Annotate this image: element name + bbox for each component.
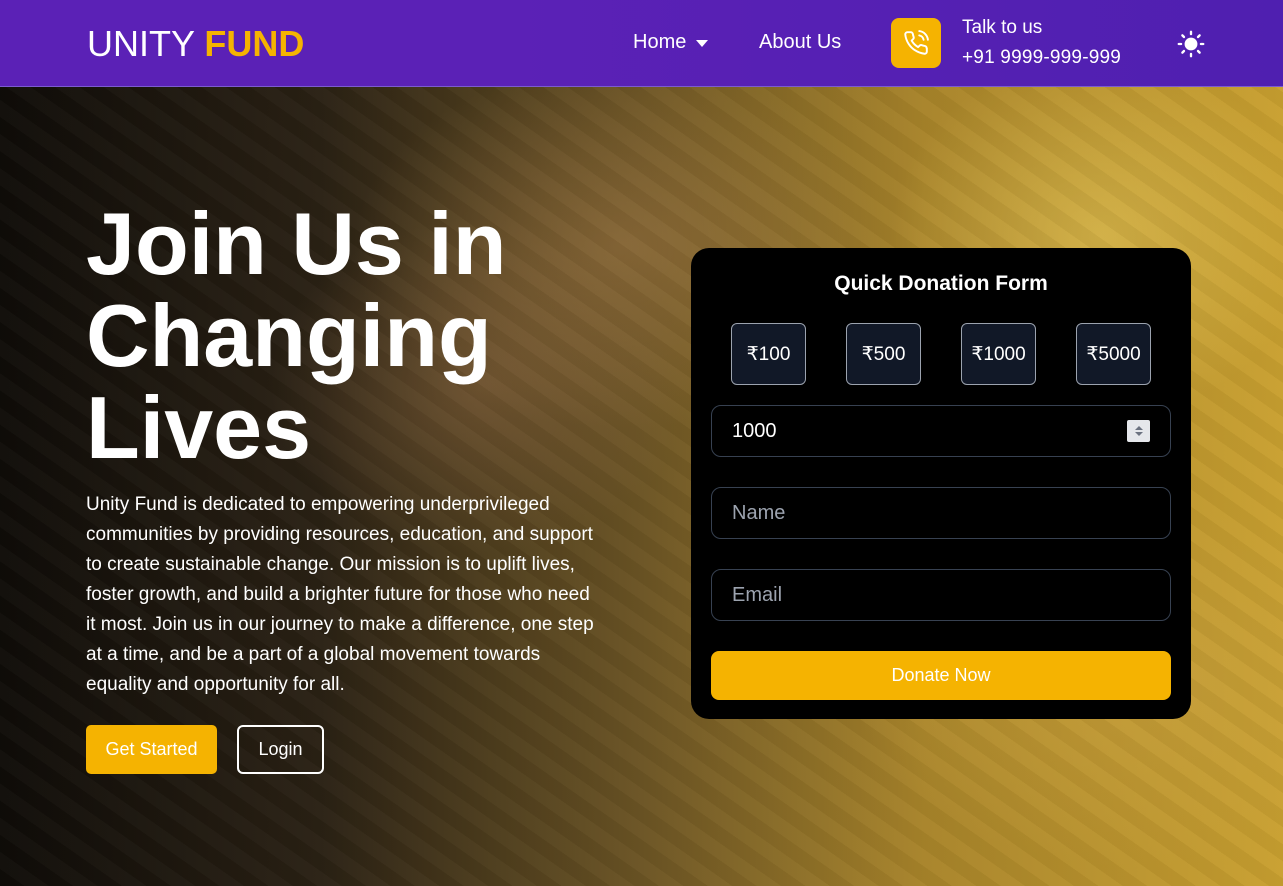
amount-button-100[interactable]: ₹100 xyxy=(731,323,806,385)
nav-about-link[interactable]: About Us xyxy=(759,31,841,54)
email-input[interactable]: Email xyxy=(711,569,1171,621)
name-input[interactable]: Name xyxy=(711,487,1171,539)
spinner-down-icon xyxy=(1134,432,1143,436)
login-button[interactable]: Login xyxy=(237,725,324,774)
talk-label: Talk to us xyxy=(962,17,1043,38)
email-placeholder: Email xyxy=(732,583,783,606)
get-started-button[interactable]: Get Started xyxy=(86,725,217,774)
navbar: UNITY FUND Home About Us Talk to us +91 … xyxy=(0,0,1283,87)
amount-button-500[interactable]: ₹500 xyxy=(846,323,921,385)
hero-title: Join Us in Changing Lives xyxy=(86,194,507,477)
sun-icon xyxy=(1177,30,1205,58)
brand-main: UNITY xyxy=(87,23,195,64)
form-title: Quick Donation Form xyxy=(834,272,1048,295)
amount-button-5000[interactable]: ₹5000 xyxy=(1076,323,1151,385)
name-placeholder: Name xyxy=(732,501,786,524)
nav-home-label: Home xyxy=(633,31,687,53)
amount-input-value: 1000 xyxy=(732,419,777,442)
brand-accent: FUND xyxy=(204,23,305,64)
caret-down-icon xyxy=(696,40,709,47)
talk-phone-number[interactable]: +91 9999-999-999 xyxy=(962,47,1121,69)
donate-now-button[interactable]: Donate Now xyxy=(711,651,1171,700)
spinner-up-icon xyxy=(1134,426,1143,430)
brand-logo[interactable]: UNITY FUND xyxy=(87,22,304,66)
hero-description: Unity Fund is dedicated to empowering un… xyxy=(86,494,594,695)
phone-button[interactable] xyxy=(891,18,941,68)
hero-section: Join Us in Changing Lives Unity Fund is … xyxy=(0,87,1283,886)
amount-input[interactable]: 1000 xyxy=(711,405,1171,457)
amount-button-1000[interactable]: ₹1000 xyxy=(961,323,1036,385)
number-spinner[interactable] xyxy=(1127,420,1150,442)
quick-donation-form: Quick Donation Form ₹100 ₹500 ₹1000 ₹500… xyxy=(691,248,1191,719)
phone-icon xyxy=(904,30,929,55)
nav-home-dropdown[interactable]: Home xyxy=(633,31,709,54)
theme-toggle-button[interactable] xyxy=(1175,28,1207,60)
